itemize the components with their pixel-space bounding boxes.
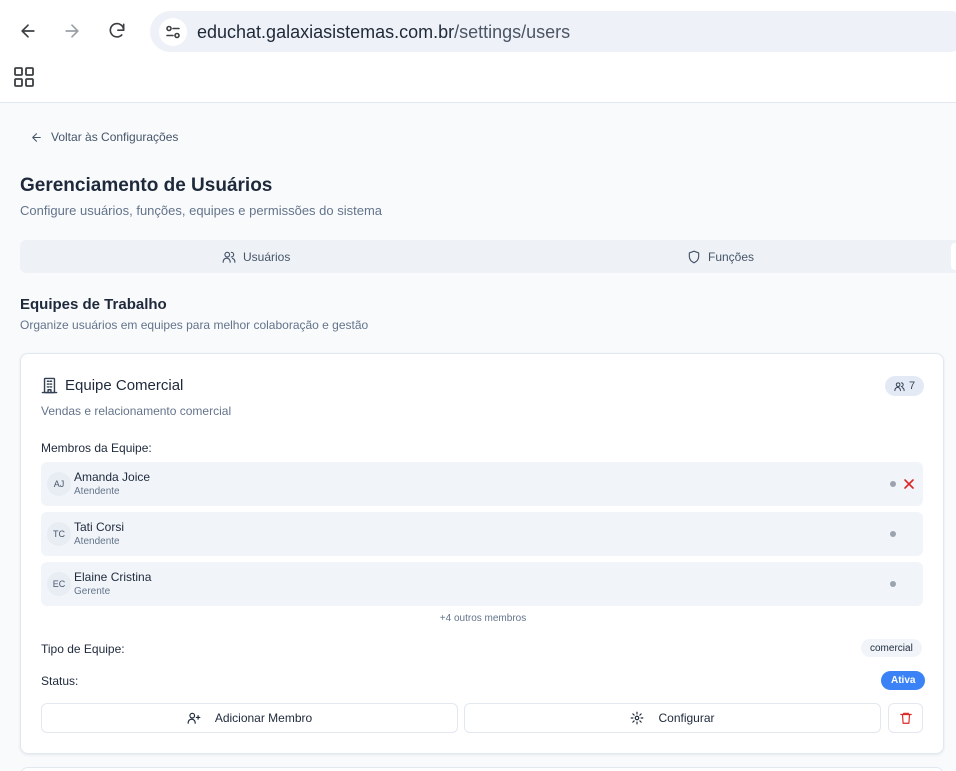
users-icon [222, 251, 236, 263]
browser-toolbar: educhat.galaxiasistemas.com.br/settings/… [0, 0, 956, 103]
status-badge: Ativa [881, 671, 926, 690]
configure-button[interactable]: Configurar [464, 703, 881, 733]
avatar: EC [47, 572, 71, 596]
delete-team-button[interactable] [888, 703, 923, 733]
arrow-right-icon [65, 24, 79, 38]
next-team-card [20, 767, 944, 771]
page-subtitle: Configure usuários, funções, equipes e p… [20, 203, 383, 218]
users-icon [894, 381, 905, 391]
member-name: Elaine Cristina [74, 570, 152, 584]
tab-roles[interactable]: Funções [687, 240, 754, 273]
site-info-button[interactable] [159, 18, 187, 46]
team-description: Vendas e relacionamento comercial [41, 404, 232, 418]
status-dot [890, 581, 896, 587]
member-count: 7 [909, 380, 916, 392]
team-type-label: Tipo de Equipe: [41, 642, 125, 656]
page-title: Gerenciamento de Usuários [20, 175, 273, 196]
member-name: Amanda Joice [74, 470, 151, 484]
arrow-left-icon [21, 24, 35, 38]
back-link-label: Voltar às Configurações [51, 130, 179, 144]
members-label: Membros da Equipe: [41, 441, 152, 455]
forward-button[interactable] [57, 16, 87, 46]
team-type-badge: comercial [861, 639, 922, 657]
reload-icon [109, 22, 125, 38]
member-name: Tati Corsi [74, 520, 125, 534]
gear-icon [631, 711, 644, 725]
remove-member-icon[interactable] [902, 477, 916, 491]
member-role: Atendente [74, 536, 120, 547]
section-subtitle: Organize usuários em equipes para melhor… [20, 318, 369, 332]
member-row: EC Elaine Cristina Gerente [41, 562, 923, 606]
team-card: Equipe Comercial 7 Vendas e relacionamen… [20, 353, 944, 754]
member-role: Atendente [74, 486, 120, 497]
tab-teams-active-edge[interactable] [951, 243, 956, 270]
configure-label: Configurar [658, 711, 715, 725]
avatar: AJ [47, 472, 71, 496]
reload-button[interactable] [102, 16, 132, 46]
shield-icon [688, 250, 700, 263]
avatar: TC [47, 522, 71, 546]
back-to-settings-link[interactable]: Voltar às Configurações [30, 130, 178, 144]
tab-list: Usuários Funções [20, 240, 956, 273]
more-members-text: +4 outros membros [439, 613, 527, 624]
member-role: Gerente [74, 586, 111, 597]
trash-icon [899, 712, 912, 724]
status-dot [890, 481, 896, 487]
section-title: Equipes de Trabalho [20, 296, 167, 313]
tune-icon [166, 25, 180, 39]
url-path: /settings/users [454, 22, 571, 42]
tab-users-label: Usuários [243, 249, 291, 264]
team-name: Equipe Comercial [65, 377, 184, 394]
back-button[interactable] [13, 16, 43, 46]
member-row: TC Tati Corsi Atendente [41, 512, 923, 556]
apps-grid-icon [14, 67, 34, 87]
tab-users[interactable]: Usuários [222, 240, 290, 273]
status-label: Status: [41, 674, 79, 688]
apps-button[interactable] [13, 66, 35, 88]
arrow-left-icon [32, 132, 41, 142]
add-member-button[interactable]: Adicionar Membro [41, 703, 458, 733]
tab-roles-label: Funções [708, 249, 755, 264]
user-plus-icon [187, 712, 201, 724]
building-icon [41, 377, 58, 394]
status-dot [890, 531, 896, 537]
member-row: AJ Amanda Joice Atendente [41, 462, 923, 506]
url-text: educhat.galaxiasistemas.com.br/settings/… [197, 22, 570, 43]
member-count-badge: 7 [885, 376, 925, 396]
add-member-label: Adicionar Membro [214, 711, 313, 725]
url-domain: educhat.galaxiasistemas.com.br [197, 22, 455, 42]
address-bar[interactable]: educhat.galaxiasistemas.com.br/settings/… [150, 11, 956, 52]
